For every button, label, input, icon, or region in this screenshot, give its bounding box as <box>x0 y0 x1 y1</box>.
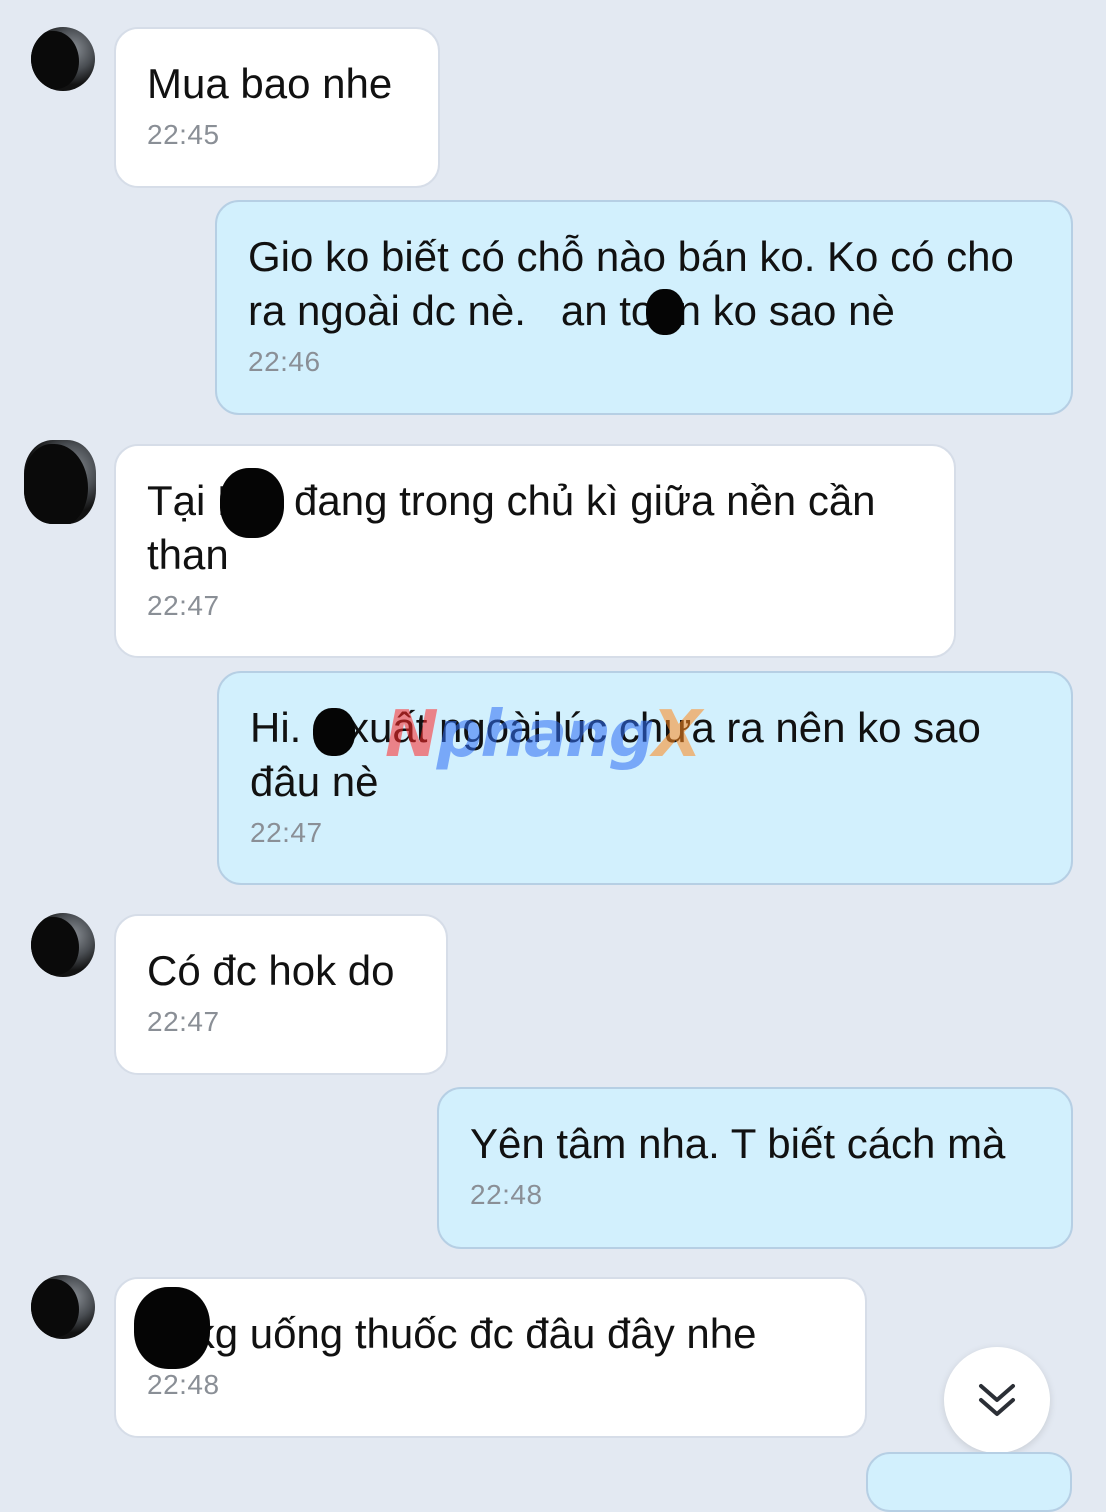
scroll-to-bottom-button[interactable] <box>944 1347 1050 1453</box>
message-time: 22:47 <box>250 817 323 848</box>
message-bubble-incoming[interactable]: Mua bao nhe 22:45 <box>114 27 440 188</box>
message-time: 22:47 <box>147 590 220 621</box>
message-text: Gio ko biết có chỗ nào bán ko. Ko có cho… <box>248 233 1026 334</box>
contact-avatar[interactable] <box>31 1275 95 1339</box>
message-time: 22:47 <box>147 1006 220 1037</box>
message-text: Hi. xuất ngoài lúc chưa ra nên ko sao đâ… <box>250 704 993 805</box>
message-bubble-incoming[interactable]: Có đc hok do 22:47 <box>114 914 448 1075</box>
message-text: Có đc hok do <box>147 947 395 994</box>
message-text: Mua bao nhe <box>147 60 393 107</box>
contact-avatar[interactable] <box>31 27 95 91</box>
redaction-mark <box>220 468 284 538</box>
contact-avatar[interactable] <box>31 913 95 977</box>
message-bubble-outgoing[interactable]: Gio ko biết có chỗ nào bán ko. Ko có cho… <box>215 200 1073 415</box>
message-bubble-outgoing-partial[interactable] <box>866 1452 1072 1512</box>
message-text: kg uống thuốc đc đâu đây nhe <box>193 1310 757 1357</box>
message-text: Yên tâm nha. T biết cách mà <box>470 1120 1006 1167</box>
message-bubble-incoming[interactable]: kg uống thuốc đc đâu đây nhe 22:48 <box>114 1277 867 1438</box>
redaction-mark <box>313 708 355 756</box>
double-chevron-down-icon <box>979 1384 1015 1416</box>
message-time: 22:45 <box>147 119 220 150</box>
message-bubble-outgoing[interactable]: Yên tâm nha. T biết cách mà 22:48 <box>437 1087 1073 1249</box>
message-time: 22:48 <box>470 1179 543 1210</box>
redaction-mark <box>646 289 684 335</box>
message-time: 22:48 <box>147 1369 220 1400</box>
message-bubble-outgoing[interactable]: Hi. xuất ngoài lúc chưa ra nên ko sao đâ… <box>217 671 1073 885</box>
message-time: 22:46 <box>248 346 321 377</box>
redaction-mark <box>134 1287 210 1369</box>
contact-avatar[interactable] <box>24 440 96 524</box>
